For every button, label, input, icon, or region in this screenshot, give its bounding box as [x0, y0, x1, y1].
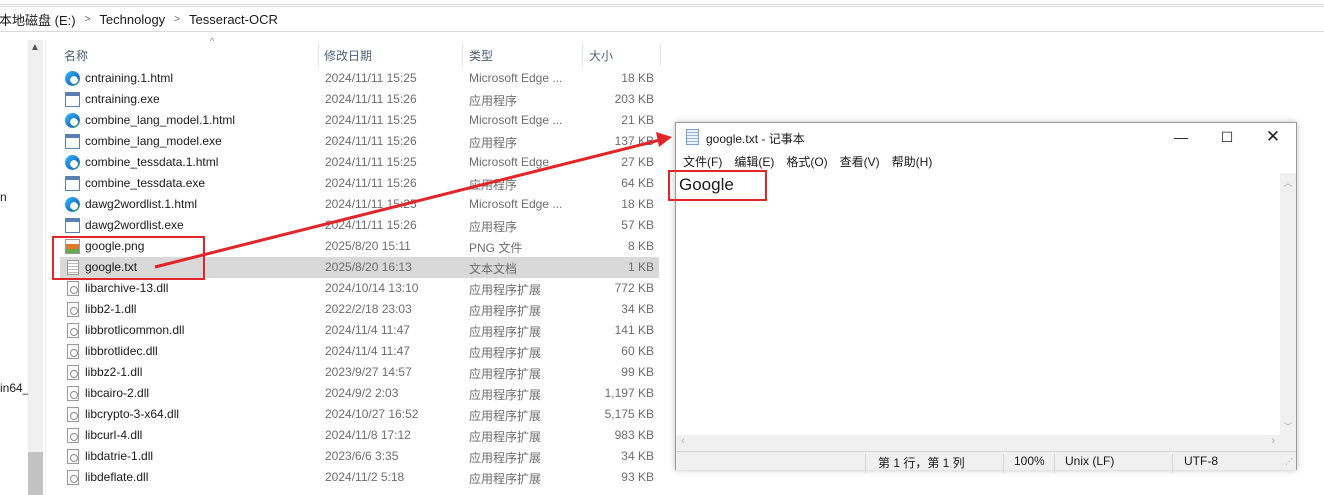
arrow-head-icon [656, 132, 672, 147]
annotation-arrow [154, 132, 672, 269]
